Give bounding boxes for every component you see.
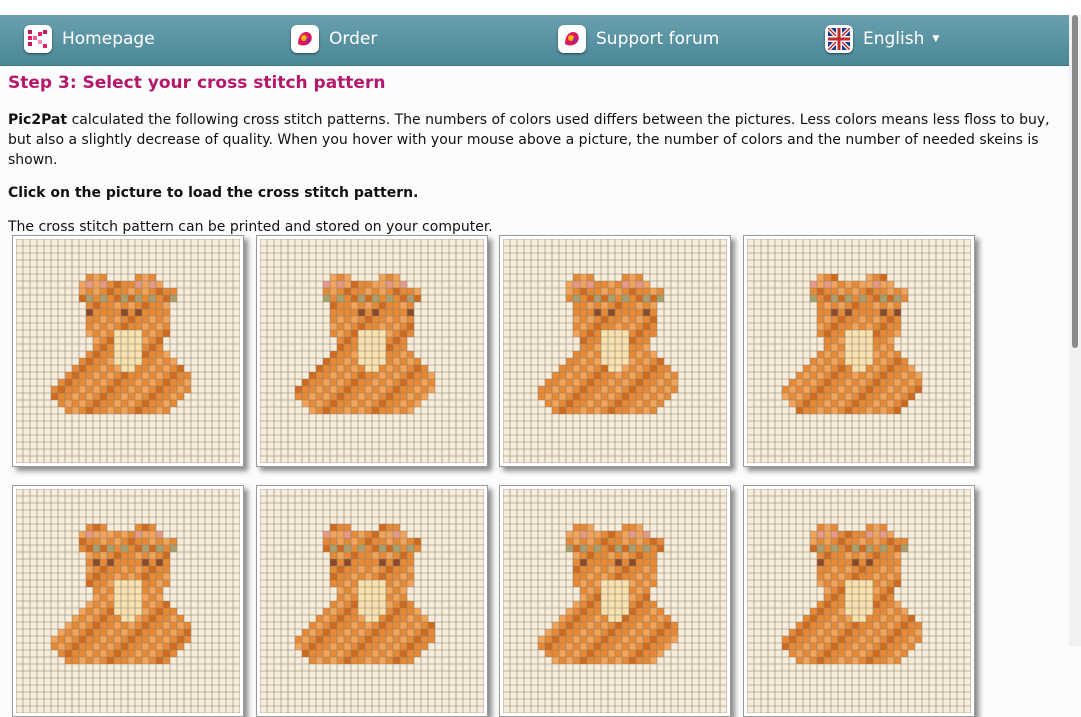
- support-icon: [558, 25, 586, 53]
- pic2pat-logo-icon: [24, 25, 52, 53]
- instruction-text: Click on the picture to load the cross s…: [8, 185, 419, 201]
- note-text: The cross stitch pattern can be printed …: [8, 219, 493, 235]
- pattern-thumbnail[interactable]: [499, 485, 731, 717]
- nav-order[interactable]: Order: [291, 22, 377, 56]
- caret-down-icon: ▼: [932, 34, 940, 44]
- top-strip: [0, 0, 1081, 15]
- pattern-thumbnail[interactable]: [12, 235, 244, 467]
- order-icon: [291, 25, 319, 53]
- page-title: Step 3: Select your cross stitch pattern: [8, 73, 386, 93]
- nav-homepage[interactable]: Homepage: [24, 22, 155, 56]
- nav-order-label: Order: [329, 29, 378, 49]
- pattern-thumbnail[interactable]: [12, 485, 244, 717]
- cross-stitch-preview: [503, 239, 727, 463]
- cross-stitch-preview: [503, 489, 727, 713]
- intro-text: calculated the following cross stitch pa…: [8, 112, 1050, 168]
- pattern-thumbnail[interactable]: [499, 235, 731, 467]
- main-content: Step 3: Select your cross stitch pattern…: [8, 70, 1058, 237]
- cross-stitch-preview: [16, 239, 240, 463]
- cross-stitch-preview: [16, 489, 240, 713]
- uk-flag-icon: [825, 25, 853, 53]
- nav-language[interactable]: English ▼: [825, 22, 939, 56]
- pattern-thumbnail[interactable]: [743, 235, 975, 467]
- nav-support-forum[interactable]: Support forum: [558, 22, 719, 56]
- intro-paragraph: Pic2Pat calculated the following cross s…: [8, 110, 1058, 170]
- nav-language-label: English: [863, 29, 925, 49]
- brand-name: Pic2Pat: [8, 112, 68, 128]
- pattern-thumbnail[interactable]: [743, 485, 975, 717]
- navbar: Homepage Order Support forum English ▼: [0, 15, 1069, 66]
- pattern-thumbnail[interactable]: [256, 485, 488, 717]
- scrollbar-thumb[interactable]: [1072, 15, 1078, 348]
- nav-homepage-label: Homepage: [62, 29, 155, 49]
- vertical-scrollbar[interactable]: [1069, 15, 1081, 646]
- cross-stitch-preview: [260, 489, 484, 713]
- cross-stitch-preview: [260, 239, 484, 463]
- nav-support-label: Support forum: [596, 29, 720, 49]
- cross-stitch-preview: [747, 239, 971, 463]
- pattern-thumbnail[interactable]: [256, 235, 488, 467]
- cross-stitch-preview: [747, 489, 971, 713]
